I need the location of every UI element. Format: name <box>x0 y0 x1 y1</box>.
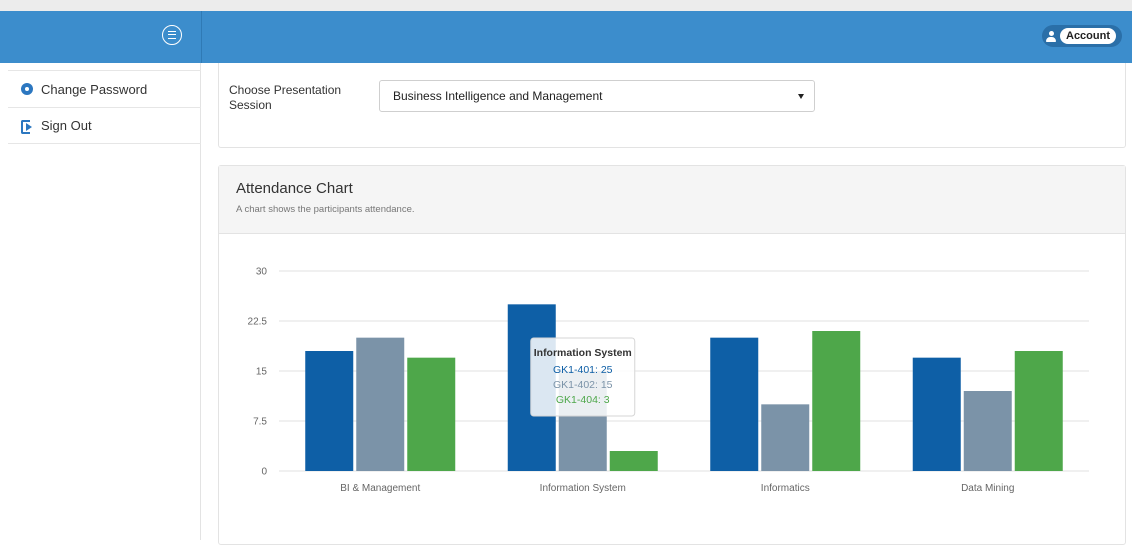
navbar-brand-area <box>0 11 202 63</box>
caret-down-icon <box>798 94 804 99</box>
bar-gk1-404-2[interactable] <box>812 331 861 471</box>
user-icon <box>1046 30 1056 42</box>
x-tick-label: Informatics <box>761 483 810 494</box>
tooltip-line: GK1-402: 15 <box>553 379 613 391</box>
y-tick-label: 7.5 <box>253 417 267 428</box>
session-select-value: Business Intelligence and Management <box>393 89 603 103</box>
bar-gk1-404-3[interactable] <box>1014 351 1063 471</box>
tooltip-line: GK1-404: 3 <box>556 394 610 406</box>
y-tick-label: 15 <box>256 367 268 378</box>
bar-gk1-401-3[interactable] <box>912 357 961 471</box>
sign-out-icon <box>21 119 33 134</box>
gear-icon <box>21 83 33 95</box>
bar-gk1-404-0[interactable] <box>407 357 456 471</box>
bar-gk1-404-1[interactable] <box>609 451 658 471</box>
bar-gk1-402-2[interactable] <box>761 404 810 471</box>
sidebar-item-label: Change Password <box>41 81 148 97</box>
menu-toggle-button[interactable] <box>162 25 182 45</box>
y-tick-label: 22.5 <box>248 317 268 328</box>
x-tick-label: BI & Management <box>340 483 420 494</box>
tooltip-line: GK1-401: 25 <box>553 364 613 376</box>
session-select[interactable]: Business Intelligence and Management <box>379 80 815 112</box>
attendance-bar-chart: 0 7.5 15 22.5 30 BI & Management Information S… <box>248 267 1089 494</box>
bar-gk1-401-2[interactable] <box>710 337 759 471</box>
account-label: Account <box>1060 28 1116 44</box>
bar-gk1-402-3[interactable] <box>963 391 1012 471</box>
account-button[interactable]: Account <box>1042 25 1122 47</box>
y-tick-label: 0 <box>261 467 267 478</box>
session-panel: Choose Presentation Session Business Int… <box>218 63 1126 148</box>
sidebar: Change Password Sign Out <box>0 63 201 540</box>
chart-panel: Attendance Chart A chart shows the parti… <box>218 165 1126 545</box>
sidebar-item-sign-out[interactable]: Sign Out <box>8 107 201 144</box>
y-tick-label: 30 <box>256 267 268 278</box>
bar-gk1-402-0[interactable] <box>356 337 405 471</box>
sidebar-item-change-password[interactable]: Change Password <box>8 70 201 107</box>
hamburger-icon <box>168 31 176 39</box>
x-tick-label: Information System <box>540 483 626 494</box>
bar-gk1-401-0[interactable] <box>305 351 354 471</box>
x-tick-label: Data Mining <box>961 483 1014 494</box>
sidebar-item-label: Sign Out <box>41 118 92 133</box>
session-label: Choose Presentation Session <box>229 83 342 112</box>
tooltip-title: Information System <box>534 347 632 359</box>
